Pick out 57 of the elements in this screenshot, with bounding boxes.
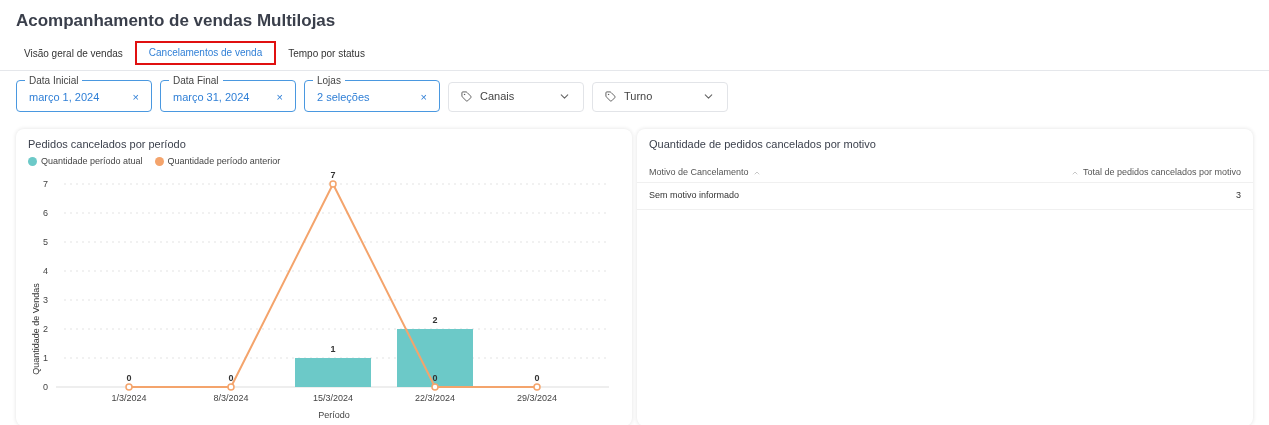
select-value: Turno (624, 89, 654, 105)
line-point (431, 382, 439, 391)
x-axis-title: Período (318, 409, 350, 420)
x-tick-label: 29/3/2024 (517, 392, 557, 403)
field-label: Data Final (172, 75, 220, 86)
y-tick-label: 6 (43, 207, 48, 218)
select-value: Canais (480, 89, 516, 105)
clear-button[interactable]: × (420, 88, 427, 106)
clear-button[interactable]: × (132, 88, 139, 106)
field-value: março 31, 2024 (173, 89, 251, 105)
tag-icon (605, 91, 616, 102)
tag-icon (461, 91, 472, 102)
tab[interactable]: Cancelamentos de venda (134, 40, 277, 65)
x-tick-label: 8/3/2024 (213, 392, 249, 403)
filter-field[interactable]: Data Inicial março 1, 2024 × (16, 75, 152, 112)
data-label: 0 (432, 372, 438, 383)
data-label: 0 (534, 372, 540, 383)
table-cell: 3 (1236, 189, 1241, 203)
y-tick-label: 2 (43, 323, 48, 334)
line-point (329, 179, 337, 188)
line-point (227, 382, 235, 391)
data-label: 7 (330, 169, 336, 180)
table-cell: Sem motivo informado (649, 189, 740, 203)
tab[interactable]: Visão geral de vendas (16, 45, 131, 60)
data-label: 2 (432, 314, 438, 325)
field-label: Data Inicial (28, 75, 80, 86)
column-header[interactable]: Motivo de Cancelamento (649, 163, 761, 182)
field-value: março 1, 2024 (29, 89, 101, 105)
legend-label: Quantidade período atual (41, 155, 143, 168)
column-header[interactable]: Total de pedidos cancelados por motivo (1070, 163, 1241, 182)
tab[interactable]: Tempo por status (280, 45, 373, 60)
y-tick-label: 1 (43, 352, 48, 363)
page-title: Acompanhamento de vendas Multilojas (16, 10, 337, 32)
select-field[interactable]: Turno (592, 81, 728, 112)
line-point (125, 382, 133, 391)
y-tick-label: 0 (43, 381, 48, 392)
select-field[interactable]: Canais (448, 81, 584, 112)
card-title: Quantidade de pedidos cancelados por motivo (648, 136, 877, 152)
legend-label: Quantidade período anterior (167, 155, 281, 168)
y-tick-label: 4 (43, 265, 48, 276)
line-point (533, 382, 541, 391)
y-tick-label: 5 (43, 236, 48, 247)
data-label: 0 (126, 372, 132, 383)
data-label: 0 (228, 372, 234, 383)
x-tick-label: 1/3/2024 (111, 392, 147, 403)
filter-field[interactable]: Data Final março 31, 2024 × (160, 75, 296, 112)
x-tick-label: 15/3/2024 (313, 392, 353, 403)
card-title: Pedidos cancelados por período (27, 136, 187, 152)
filter-field[interactable]: Lojas 2 seleções × (304, 75, 440, 112)
field-value: 2 seleções (317, 89, 371, 105)
x-tick-label: 22/3/2024 (415, 392, 455, 403)
field-label: Lojas (316, 75, 342, 86)
y-axis-title: Quantidade de Vendas (31, 282, 41, 375)
y-tick-label: 7 (43, 178, 48, 189)
y-tick-label: 3 (43, 294, 48, 305)
data-label: 1 (330, 343, 336, 354)
clear-button[interactable]: × (276, 88, 283, 106)
